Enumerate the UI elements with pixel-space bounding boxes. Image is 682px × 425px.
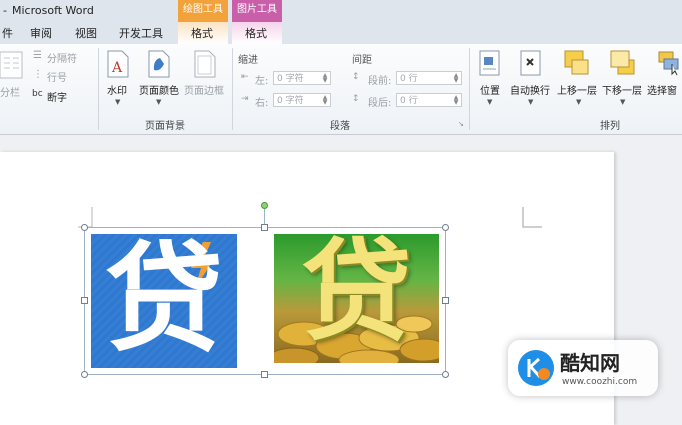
indent-right-input[interactable]: 0 字符 ▲ ▼ bbox=[273, 93, 331, 107]
spacing-before-value: 0 行 bbox=[400, 74, 418, 84]
spacing-header: 间距 bbox=[352, 55, 372, 66]
coozhi-logo-icon bbox=[518, 350, 554, 386]
send-backward-button[interactable]: 下移一层 bbox=[602, 82, 642, 97]
coin-character: 贷 bbox=[301, 234, 412, 356]
rotation-handle[interactable] bbox=[261, 202, 268, 209]
resize-handle-bottom-right[interactable] bbox=[442, 371, 449, 378]
watermark-site-url: www.coozhi.com bbox=[562, 377, 638, 387]
tab-picture-format[interactable]: 格式 bbox=[245, 25, 267, 41]
spinner-icon[interactable]: ▲ ▼ bbox=[452, 95, 460, 106]
breaks-button[interactable]: 分隔符 bbox=[47, 50, 77, 65]
tab-file[interactable]: 件 bbox=[2, 25, 13, 41]
title-bar: - Microsoft Word 绘图工具 图片工具 bbox=[0, 0, 682, 22]
line-numbers-icon: ⋮ bbox=[33, 69, 43, 80]
ribbon: 分栏 ☰ 分隔符 ⋮ 行号 bc 断字 A 水印 ▼ 页面颜色 ▼ 页面边框 页… bbox=[0, 44, 682, 135]
arrange-group-label: 排列 bbox=[600, 121, 620, 132]
spinner-icon[interactable]: ▲ ▼ bbox=[452, 73, 460, 84]
columns-button[interactable]: 分栏 bbox=[0, 84, 20, 99]
title-prefix: - bbox=[3, 4, 7, 17]
spacing-after-input[interactable]: 0 行 ▲ ▼ bbox=[396, 93, 462, 107]
ribbon-tab-row: 件 审阅 视图 开发工具 格式 格式 bbox=[0, 22, 682, 44]
group-divider bbox=[98, 48, 99, 130]
indent-right-value: 0 字符 bbox=[277, 96, 304, 106]
spinner-icon[interactable]: ▲ ▼ bbox=[321, 73, 329, 84]
logo-character: 贷 bbox=[104, 234, 223, 368]
indent-left-label: 左: bbox=[255, 76, 269, 87]
tab-view[interactable]: 视图 bbox=[75, 25, 97, 41]
resize-handle-top-left[interactable] bbox=[81, 224, 88, 231]
page-borders-button[interactable]: 页面边框 bbox=[184, 82, 224, 97]
bring-forward-button[interactable]: 上移一层 bbox=[557, 82, 597, 97]
margin-marker bbox=[522, 207, 542, 228]
resize-handle-top[interactable] bbox=[261, 224, 268, 231]
chevron-down-icon: ▼ bbox=[576, 98, 582, 106]
indent-right-label: 右: bbox=[255, 98, 269, 109]
selection-pane-button[interactable]: 选择窗 bbox=[647, 82, 677, 97]
indent-header: 缩进 bbox=[238, 55, 258, 66]
spacing-after-icon: ↕ bbox=[352, 94, 360, 104]
watermark-button[interactable]: 水印 bbox=[107, 82, 127, 97]
page-color-button[interactable]: 页面颜色 bbox=[139, 82, 179, 97]
watermark-site-name: 酷知网 bbox=[560, 351, 620, 375]
indent-right-icon: ⇥ bbox=[241, 94, 249, 104]
context-tab-picture-tools: 图片工具 bbox=[232, 0, 282, 22]
page-background-group-label: 页面背景 bbox=[145, 121, 185, 132]
indent-left-value: 0 字符 bbox=[277, 74, 304, 84]
breaks-icon: ☰ bbox=[33, 50, 42, 61]
resize-handle-bottom[interactable] bbox=[261, 371, 268, 378]
chevron-down-icon: ▼ bbox=[620, 98, 626, 106]
picture-gold-coins[interactable]: 贷 bbox=[274, 234, 439, 363]
resize-handle-bottom-left[interactable] bbox=[81, 371, 88, 378]
chevron-down-icon: ▼ bbox=[115, 98, 121, 106]
spacing-before-icon: ↕ bbox=[352, 72, 360, 82]
dialog-launcher-icon[interactable]: ↘ bbox=[458, 120, 464, 128]
hyphenation-icon: bc bbox=[32, 89, 43, 99]
svg-text:A: A bbox=[111, 60, 123, 76]
window-title: Microsoft Word bbox=[12, 4, 94, 17]
indent-left-icon: ⇤ bbox=[241, 72, 249, 82]
tab-review[interactable]: 审阅 bbox=[30, 25, 52, 41]
spacing-after-value: 0 行 bbox=[400, 96, 418, 106]
group-divider bbox=[469, 48, 470, 130]
resize-handle-top-right[interactable] bbox=[442, 224, 449, 231]
chevron-down-icon: ▼ bbox=[528, 98, 534, 106]
bring-forward-icon bbox=[564, 50, 589, 75]
indent-left-input[interactable]: 0 字符 ▲ ▼ bbox=[273, 71, 331, 85]
position-button[interactable]: 位置 bbox=[480, 82, 500, 97]
position-icon bbox=[479, 50, 500, 76]
chevron-down-icon: ▼ bbox=[487, 98, 493, 106]
selection-pane-icon bbox=[658, 51, 679, 76]
context-tab-drawing-tools: 绘图工具 bbox=[178, 0, 228, 22]
spacing-after-label: 段后: bbox=[368, 98, 392, 109]
paragraph-group-label: 段落 bbox=[330, 121, 350, 132]
send-backward-icon bbox=[610, 50, 635, 75]
wrap-text-icon bbox=[520, 50, 541, 76]
watermark-icon: A bbox=[107, 50, 129, 78]
page-color-icon bbox=[148, 50, 170, 78]
page-borders-icon bbox=[194, 50, 216, 78]
tab-drawing-format[interactable]: 格式 bbox=[191, 25, 213, 41]
columns-icon bbox=[0, 51, 23, 79]
resize-handle-right[interactable] bbox=[442, 297, 449, 304]
picture-blue-logo[interactable]: 贷 bbox=[91, 234, 237, 368]
hyphenation-button[interactable]: 断字 bbox=[47, 89, 67, 104]
spinner-icon[interactable]: ▲ ▼ bbox=[321, 95, 329, 106]
wrap-text-button[interactable]: 自动换行 bbox=[510, 82, 550, 97]
spacing-before-label: 段前: bbox=[368, 76, 392, 87]
tab-developer[interactable]: 开发工具 bbox=[119, 25, 163, 41]
line-numbers-button[interactable]: 行号 bbox=[47, 69, 67, 84]
resize-handle-left[interactable] bbox=[81, 297, 88, 304]
watermark-badge: 酷知网 www.coozhi.com bbox=[508, 340, 658, 396]
group-divider bbox=[232, 48, 233, 130]
chevron-down-icon: ▼ bbox=[156, 98, 162, 106]
spacing-before-input[interactable]: 0 行 ▲ ▼ bbox=[396, 71, 462, 85]
